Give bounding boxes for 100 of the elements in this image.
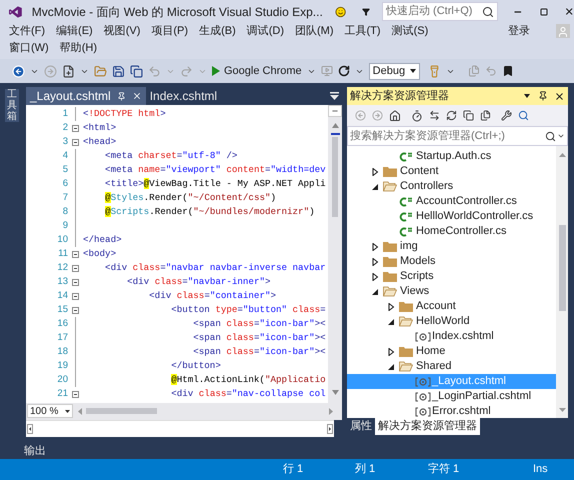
split-handle[interactable] <box>328 105 342 117</box>
tree-item[interactable]: HomeController.cs <box>347 224 556 239</box>
open-folder-icon <box>399 361 413 372</box>
collapse-icon[interactable] <box>72 264 79 272</box>
collapse-icon[interactable] <box>72 390 79 398</box>
code-line: <html> <box>83 121 116 135</box>
menu-item[interactable]: 编辑(E) <box>56 23 93 40</box>
menu-item[interactable]: 视图(V) <box>104 23 140 40</box>
sync-icon[interactable] <box>429 110 440 121</box>
tree-item[interactable]: Account <box>347 299 556 314</box>
configuration-dropdown[interactable]: Debug <box>368 62 420 80</box>
line-number: 17 <box>56 330 68 345</box>
preview-icon[interactable] <box>518 110 529 121</box>
tree-item[interactable]: Shared <box>347 359 556 374</box>
search-icon[interactable] <box>545 130 556 142</box>
collapse-all-icon[interactable] <box>463 110 474 121</box>
folder-icon <box>383 241 397 252</box>
code-line: <meta name="viewport" content="width=dev <box>104 163 326 177</box>
caret-icon[interactable] <box>524 94 530 98</box>
panel-title: 解决方案资源管理器 <box>350 88 449 104</box>
toolbox-tab[interactable]: 工具箱 <box>5 89 19 122</box>
close-icon[interactable] <box>554 90 565 102</box>
timer-icon[interactable] <box>411 110 423 122</box>
tree-item[interactable]: Index.cshtml <box>347 329 556 344</box>
expanded-arrow-icon[interactable] <box>371 182 379 190</box>
zoom-dropdown[interactable]: 100 % <box>27 404 73 418</box>
collapse-icon[interactable] <box>72 292 79 300</box>
menu-item[interactable]: 生成(B) <box>199 23 236 40</box>
tree-item[interactable]: img <box>347 239 556 254</box>
run-button[interactable]: Google Chrome <box>212 62 302 80</box>
collapsed-arrow-icon[interactable] <box>371 168 379 176</box>
scroll-down-icon[interactable] <box>332 390 338 395</box>
save-icon[interactable] <box>112 64 125 78</box>
sign-in-link[interactable]: 登录 <box>508 23 530 40</box>
visual-studio-logo <box>9 4 22 18</box>
csharp-file-icon <box>399 196 413 206</box>
tree-item[interactable]: _LoginPartial.cshtml <box>347 389 556 404</box>
menu-item[interactable]: 窗口(W) <box>9 40 49 57</box>
insert-mode-indicator: Ins <box>533 462 548 478</box>
new-project-icon[interactable] <box>62 64 75 78</box>
home-icon[interactable] <box>389 110 401 122</box>
vertical-scrollbar[interactable] <box>328 105 342 403</box>
editor-tab[interactable]: Index.cshtml <box>146 87 222 105</box>
collapse-icon[interactable] <box>72 306 79 314</box>
collapse-icon[interactable] <box>72 250 79 258</box>
tree-item[interactable]: Startup.Auth.cs <box>347 149 556 164</box>
tree-item[interactable]: Error.cshtml <box>347 404 556 418</box>
pin-icon[interactable] <box>116 92 126 100</box>
menu-item[interactable]: 调试(D) <box>246 23 284 40</box>
tab-list-icon[interactable] <box>330 92 339 100</box>
folder-icon <box>399 346 413 357</box>
expanded-arrow-icon[interactable] <box>387 318 395 326</box>
folder-icon <box>383 256 397 267</box>
properties-icon[interactable] <box>501 110 512 121</box>
refresh-icon[interactable] <box>338 65 350 77</box>
collapse-icon[interactable] <box>72 278 79 286</box>
line-number: 8 <box>62 204 68 219</box>
show-all-files-icon[interactable] <box>480 110 491 121</box>
panel-tab[interactable]: 解决方案资源管理器 <box>375 418 480 435</box>
save-all-icon[interactable] <box>130 64 143 78</box>
quick-launch-field[interactable]: 快速启动 (Ctrl+Q) <box>382 2 498 21</box>
scroll-left-icon[interactable] <box>27 424 33 434</box>
scroll-up-icon[interactable] <box>332 123 338 128</box>
tree-item[interactable]: Home <box>347 344 556 359</box>
close-icon[interactable] <box>132 91 142 101</box>
expanded-arrow-icon[interactable] <box>371 288 379 296</box>
filter-icon[interactable] <box>362 6 370 16</box>
tree-item[interactable]: Views <box>347 284 556 299</box>
maximize-icon[interactable] <box>540 6 548 16</box>
refresh-icon[interactable] <box>446 110 457 121</box>
tree-item[interactable]: Scripts <box>347 269 556 284</box>
bookmark-icon[interactable] <box>502 65 514 77</box>
search-icon[interactable] <box>482 6 494 18</box>
tree-item[interactable]: Models <box>347 254 556 269</box>
menu-item[interactable]: 文件(F) <box>9 23 46 40</box>
menu-item[interactable]: 帮助(H) <box>60 40 97 57</box>
output-tab[interactable]: 输出 <box>24 442 46 459</box>
menu-item[interactable]: 项目(P) <box>151 23 188 40</box>
panel-tab[interactable]: 属性 <box>347 418 375 435</box>
collapsed-arrow-icon[interactable] <box>387 348 395 356</box>
collapsed-arrow-icon[interactable] <box>387 302 395 310</box>
scroll-right-icon[interactable] <box>327 424 333 434</box>
horizontal-scrollbar[interactable] <box>26 420 334 436</box>
collapse-icon[interactable] <box>72 124 79 132</box>
menu-item[interactable]: 团队(M) <box>295 23 334 40</box>
menu-item[interactable]: 工具(T) <box>344 23 381 40</box>
editor-tab[interactable]: _Layout.cshtml <box>26 87 146 105</box>
collapse-icon[interactable] <box>72 138 79 146</box>
tree-item[interactable]: HellloWorldController.cs <box>347 209 556 224</box>
tree-item[interactable]: Controllers <box>347 179 556 194</box>
pin-icon[interactable] <box>538 91 548 101</box>
expanded-arrow-icon[interactable] <box>387 362 395 370</box>
line-number: 14 <box>56 288 68 303</box>
tree-item[interactable]: Content <box>347 164 556 179</box>
tree-item[interactable]: HelloWorld <box>347 314 556 329</box>
caret-icon[interactable] <box>557 132 565 140</box>
menu-item[interactable]: 测试(S) <box>392 23 428 40</box>
smiley-icon[interactable] <box>334 4 346 18</box>
search-field[interactable]: 搜索解决方案资源管理器(Ctrl+;) <box>347 126 568 146</box>
tree-item[interactable]: AccountController.cs <box>347 194 556 209</box>
